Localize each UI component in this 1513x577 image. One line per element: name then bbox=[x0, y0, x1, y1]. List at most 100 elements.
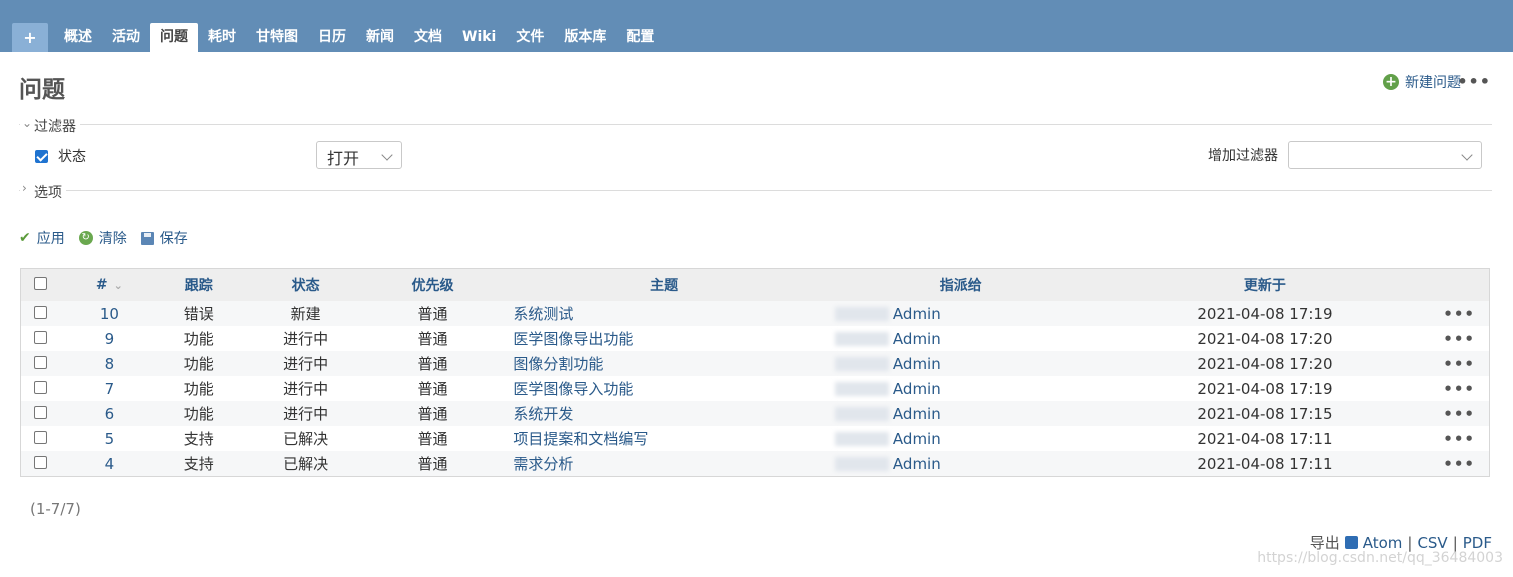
tab-4[interactable]: 耗时 bbox=[198, 23, 246, 52]
column-header-subject[interactable]: 主题 bbox=[493, 268, 835, 301]
tab-11[interactable]: 版本库 bbox=[554, 23, 616, 52]
row-checkbox[interactable] bbox=[34, 355, 48, 369]
save-button[interactable]: 保存 bbox=[140, 228, 188, 248]
filters-legend[interactable]: ⌄ 过滤器 bbox=[20, 116, 80, 136]
tab-9[interactable]: Wiki bbox=[452, 23, 506, 52]
table-row[interactable]: 7 功能 进行中 普通 医学图像导入功能 Admin 2021-04-08 17:19 ••• bbox=[20, 376, 1490, 401]
table-row[interactable]: 8 功能 进行中 普通 图像分割功能 Admin 2021-04-08 17:20 ••• bbox=[20, 351, 1490, 376]
table-row[interactable]: 4 支持 已解决 普通 需求分析 Admin 2021-04-08 17:11 ••• bbox=[20, 451, 1490, 477]
column-header-id[interactable]: # ⌄ bbox=[60, 268, 158, 301]
separator: | bbox=[1407, 533, 1413, 552]
table-row[interactable]: 6 功能 进行中 普通 系统开发 Admin 2021-04-08 17:15 ••• bbox=[20, 401, 1490, 426]
issue-subject-link[interactable]: 医学图像导入功能 bbox=[513, 380, 633, 398]
row-actions-icon[interactable]: ••• bbox=[1443, 376, 1490, 401]
issue-id-link[interactable]: 9 bbox=[105, 330, 115, 348]
column-header-tracker[interactable]: 跟踪 bbox=[157, 268, 240, 301]
issue-subject-link[interactable]: 系统开发 bbox=[513, 405, 573, 423]
row-actions-icon[interactable]: ••• bbox=[1443, 401, 1490, 426]
row-actions-icon[interactable]: ••• bbox=[1443, 326, 1490, 351]
assignee-link[interactable]: Admin bbox=[893, 330, 941, 348]
tracker-cell: 功能 bbox=[157, 376, 240, 401]
issue-id-link[interactable]: 5 bbox=[105, 430, 115, 448]
tab-6[interactable]: 日历 bbox=[308, 23, 356, 52]
row-checkbox[interactable] bbox=[34, 330, 48, 344]
issue-subject-link[interactable]: 系统测试 bbox=[513, 305, 573, 323]
issue-id-link[interactable]: 6 bbox=[105, 405, 115, 423]
subject-cell: 医学图像导出功能 bbox=[493, 326, 835, 351]
status-filter-checkbox[interactable] bbox=[35, 149, 48, 163]
issue-subject-link[interactable]: 需求分析 bbox=[513, 455, 573, 473]
table-row[interactable]: 10 错误 新建 普通 系统测试 Admin 2021-04-08 17:19 ••• bbox=[20, 301, 1490, 326]
assignee-link[interactable]: Admin bbox=[893, 305, 941, 323]
new-object-button[interactable]: + bbox=[12, 23, 48, 52]
row-actions-icon[interactable]: ••• bbox=[1443, 426, 1490, 451]
row-checkbox[interactable] bbox=[34, 305, 48, 319]
assignee-link[interactable]: Admin bbox=[893, 380, 941, 398]
column-header-actions bbox=[1443, 268, 1490, 301]
subject-cell: 图像分割功能 bbox=[493, 351, 835, 376]
row-checkbox[interactable] bbox=[34, 430, 48, 444]
issue-id-link[interactable]: 8 bbox=[105, 355, 115, 373]
tab-1[interactable]: 概述 bbox=[54, 23, 102, 52]
rss-feed-icon bbox=[1344, 536, 1358, 549]
updated-cell: 2021-04-08 17:19 bbox=[1086, 301, 1444, 326]
options-fieldset bbox=[19, 190, 1492, 191]
tab-7[interactable]: 新闻 bbox=[356, 23, 404, 52]
issue-id-cell: 4 bbox=[60, 451, 158, 477]
column-header-status[interactable]: 状态 bbox=[239, 268, 372, 301]
column-header-assignee[interactable]: 指派给 bbox=[834, 268, 1087, 301]
tab-12[interactable]: 配置 bbox=[616, 23, 664, 52]
issue-id-link[interactable]: 7 bbox=[105, 380, 115, 398]
assignee-cell: Admin bbox=[834, 401, 1087, 426]
status-operator-select[interactable]: 打开 bbox=[316, 141, 402, 169]
row-checkbox[interactable] bbox=[34, 380, 48, 394]
assignee-link[interactable]: Admin bbox=[893, 355, 941, 373]
issue-id-link[interactable]: 4 bbox=[105, 455, 115, 473]
issue-subject-link[interactable]: 医学图像导出功能 bbox=[513, 330, 633, 348]
redacted-name bbox=[834, 357, 889, 371]
export-atom-link[interactable]: Atom bbox=[1363, 534, 1403, 552]
table-row[interactable]: 9 功能 进行中 普通 医学图像导出功能 Admin 2021-04-08 17:20 ••• bbox=[20, 326, 1490, 351]
tab-8[interactable]: 文档 bbox=[404, 23, 452, 52]
issue-subject-link[interactable]: 图像分割功能 bbox=[513, 355, 603, 373]
column-header-priority[interactable]: 优先级 bbox=[371, 268, 494, 301]
row-actions-icon[interactable]: ••• bbox=[1443, 351, 1490, 376]
watermark: https://blog.csdn.net/qq_36484003 bbox=[1257, 550, 1503, 566]
redacted-name bbox=[834, 382, 889, 396]
column-header-updated[interactable]: 更新于 bbox=[1086, 268, 1444, 301]
row-checkbox[interactable] bbox=[34, 405, 48, 419]
options-legend[interactable]: › 选项 bbox=[20, 181, 66, 202]
tab-10[interactable]: 文件 bbox=[506, 23, 554, 52]
select-all-checkbox[interactable] bbox=[34, 276, 48, 290]
apply-button[interactable]: ✔ 应用 bbox=[19, 228, 65, 248]
issue-id-link[interactable]: 10 bbox=[100, 305, 119, 323]
export-csv-link[interactable]: CSV bbox=[1417, 534, 1447, 552]
redacted-name bbox=[834, 332, 889, 346]
row-checkbox[interactable] bbox=[34, 455, 48, 469]
tab-5[interactable]: 甘特图 bbox=[246, 23, 308, 52]
issues-table: # ⌄ 跟踪 状态 优先级 主题 指派给 更新于 10 错误 新建 普通 系统测试 Admi… bbox=[20, 268, 1490, 477]
assignee-link[interactable]: Admin bbox=[893, 405, 941, 423]
tab-3[interactable]: 问题 bbox=[150, 23, 198, 52]
row-actions-icon[interactable]: ••• bbox=[1443, 301, 1490, 326]
updated-cell: 2021-04-08 17:15 bbox=[1086, 401, 1444, 426]
export-pdf-link[interactable]: PDF bbox=[1463, 534, 1492, 552]
add-filter-select[interactable] bbox=[1288, 141, 1482, 169]
row-select-cell bbox=[20, 301, 61, 326]
clear-button[interactable]: ↻ 清除 bbox=[78, 228, 127, 248]
tab-2[interactable]: 活动 bbox=[102, 23, 150, 52]
redacted-name bbox=[834, 407, 889, 421]
subject-cell: 系统开发 bbox=[493, 401, 835, 426]
status-cell: 新建 bbox=[239, 301, 372, 326]
assignee-link[interactable]: Admin bbox=[893, 430, 941, 448]
issue-subject-link[interactable]: 项目提案和文档编写 bbox=[513, 430, 648, 448]
assignee-link[interactable]: Admin bbox=[893, 455, 941, 473]
table-row[interactable]: 5 支持 已解决 普通 项目提案和文档编写 Admin 2021-04-08 17:11 ••… bbox=[20, 426, 1490, 451]
priority-cell: 普通 bbox=[371, 351, 494, 376]
tracker-cell: 支持 bbox=[157, 451, 240, 477]
updated-cell: 2021-04-08 17:11 bbox=[1086, 426, 1444, 451]
row-actions-icon[interactable]: ••• bbox=[1443, 451, 1490, 477]
new-issue-link[interactable]: + 新建问题 bbox=[1383, 72, 1461, 92]
row-select-cell bbox=[20, 426, 61, 451]
more-actions-icon[interactable]: ••• bbox=[1457, 72, 1491, 91]
